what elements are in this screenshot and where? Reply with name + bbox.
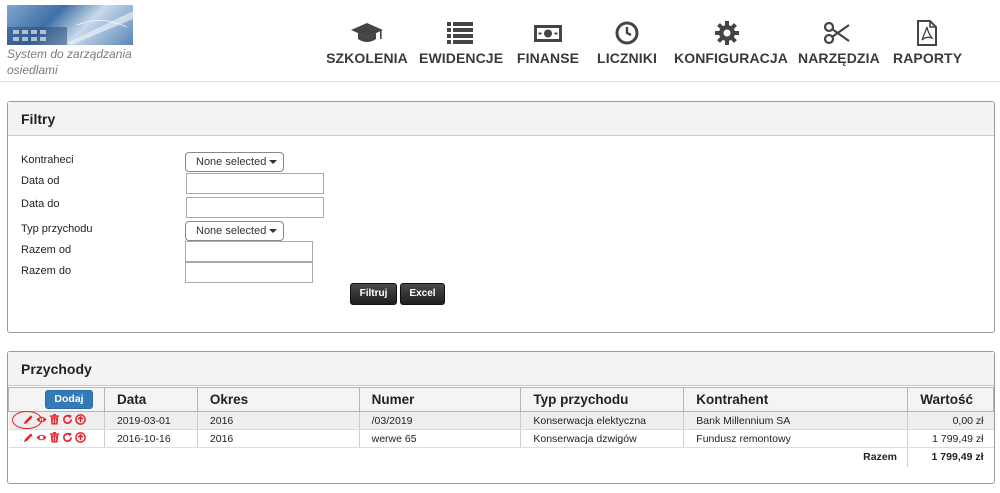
upload-icon[interactable]	[74, 414, 86, 425]
income-panel: Przychody Dodaj Data Okres Numer Typ prz…	[7, 351, 995, 484]
nav-label: EWIDENCJE	[419, 50, 504, 66]
nav-label: KONFIGURACJA	[674, 50, 788, 66]
cell-value: 0,00 zł	[907, 411, 994, 430]
income-type-multiselect[interactable]: None selected	[185, 221, 284, 241]
total-to-label: Razem do	[21, 265, 72, 277]
row-actions	[8, 411, 105, 430]
nav-narzedzia[interactable]: NARZĘDZIA	[798, 20, 880, 70]
total-row: Razem 1 799,49 zł	[8, 447, 994, 467]
total-to-input[interactable]	[185, 262, 313, 283]
cell-contractor: Bank Millennium SA	[683, 411, 908, 430]
total-label: Razem	[683, 447, 908, 467]
column-header-value[interactable]: Wartość	[907, 387, 994, 412]
income-type-value: None selected	[196, 225, 267, 237]
delete-icon[interactable]	[49, 414, 60, 425]
caret-down-icon	[269, 229, 278, 233]
gear-icon	[715, 21, 739, 45]
refresh-icon[interactable]	[62, 432, 73, 443]
total-spacer	[8, 447, 684, 467]
cell-type: Konserwacja dzwigów	[520, 429, 684, 448]
cell-period: 2016	[196, 411, 360, 430]
delete-icon[interactable]	[49, 432, 60, 443]
column-header-number[interactable]: Numer	[358, 387, 522, 412]
table-header-row: Dodaj Data Okres Numer Typ przychodu Kon…	[8, 387, 994, 412]
total-from-label: Razem od	[21, 244, 72, 256]
date-to-input[interactable]	[186, 197, 324, 218]
nav-label: FINANSE	[516, 50, 580, 66]
add-button[interactable]: Dodaj	[45, 390, 93, 409]
excel-button[interactable]: Excel	[400, 283, 445, 305]
table-row: 2019-03-01 2016 /03/2019 Konserwacja ele…	[8, 411, 994, 430]
list-icon	[447, 22, 473, 44]
table-row: 2016-10-16 2016 werwe 65 Konserwacja dzw…	[8, 429, 994, 448]
total-value: 1 799,49 zł	[907, 447, 994, 467]
contractors-multiselect[interactable]: None selected	[185, 152, 284, 172]
logo[interactable]	[7, 5, 133, 45]
edit-icon[interactable]	[23, 432, 34, 443]
total-from-input[interactable]	[185, 241, 313, 262]
column-header-type[interactable]: Typ przychodu	[520, 387, 685, 412]
money-icon	[534, 25, 562, 42]
nav-label: LICZNIKI	[597, 50, 657, 66]
date-from-label: Data od	[21, 175, 60, 187]
cell-type: Konserwacja elektyczna	[520, 411, 684, 430]
nav-label: NARZĘDZIA	[798, 50, 880, 66]
caret-down-icon	[269, 160, 278, 164]
date-from-input[interactable]	[186, 173, 324, 194]
income-title: Przychody	[8, 352, 994, 386]
column-header-contractor[interactable]: Kontrahent	[683, 387, 908, 412]
cell-value: 1 799,49 zł	[907, 429, 994, 448]
nav-szkolenia[interactable]: SZKOLENIA	[326, 20, 408, 70]
nav-finanse[interactable]: FINANSE	[516, 20, 580, 70]
income-table: Dodaj Data Okres Numer Typ przychodu Kon…	[8, 387, 994, 467]
column-header-period[interactable]: Okres	[196, 387, 360, 412]
filters-title: Filtry	[8, 102, 994, 136]
view-icon[interactable]	[35, 432, 47, 443]
pdf-file-icon	[917, 20, 937, 46]
add-column-header: Dodaj	[8, 387, 105, 412]
nav-label: SZKOLENIA	[326, 50, 408, 66]
clock-icon	[615, 21, 639, 45]
app-tagline: System do zarządzania osiedlami	[7, 47, 132, 77]
scissors-icon	[823, 21, 850, 45]
column-header-date[interactable]: Data	[103, 387, 198, 412]
highlight-circle	[11, 411, 42, 429]
cell-number: /03/2019	[358, 411, 521, 430]
refresh-icon[interactable]	[62, 414, 73, 425]
filter-button[interactable]: Filtruj	[350, 283, 397, 305]
nav-ewidencje[interactable]: EWIDENCJE	[419, 20, 504, 70]
nav-konfiguracja[interactable]: KONFIGURACJA	[674, 20, 788, 70]
nav-raporty[interactable]: RAPORTY	[893, 20, 963, 70]
row-actions	[8, 429, 105, 448]
date-to-label: Data do	[21, 198, 60, 210]
cell-period: 2016	[196, 429, 360, 448]
contractors-label: Kontraheci	[21, 154, 74, 166]
filters-panel: Filtry Kontraheci None selected Data od …	[7, 101, 995, 333]
upload-icon[interactable]	[74, 432, 86, 443]
cell-date: 2016-10-16	[103, 429, 198, 448]
cell-number: werwe 65	[358, 429, 521, 448]
income-type-label: Typ przychodu	[21, 223, 93, 235]
contractors-value: None selected	[196, 156, 267, 168]
nav-label: RAPORTY	[893, 50, 963, 66]
cell-date: 2019-03-01	[103, 411, 198, 430]
graduation-cap-icon	[351, 23, 383, 42]
cell-contractor: Fundusz remontowy	[683, 429, 908, 448]
nav-liczniki[interactable]: LICZNIKI	[596, 20, 658, 70]
header: System do zarządzania osiedlami SZKOLENI…	[0, 0, 1000, 82]
